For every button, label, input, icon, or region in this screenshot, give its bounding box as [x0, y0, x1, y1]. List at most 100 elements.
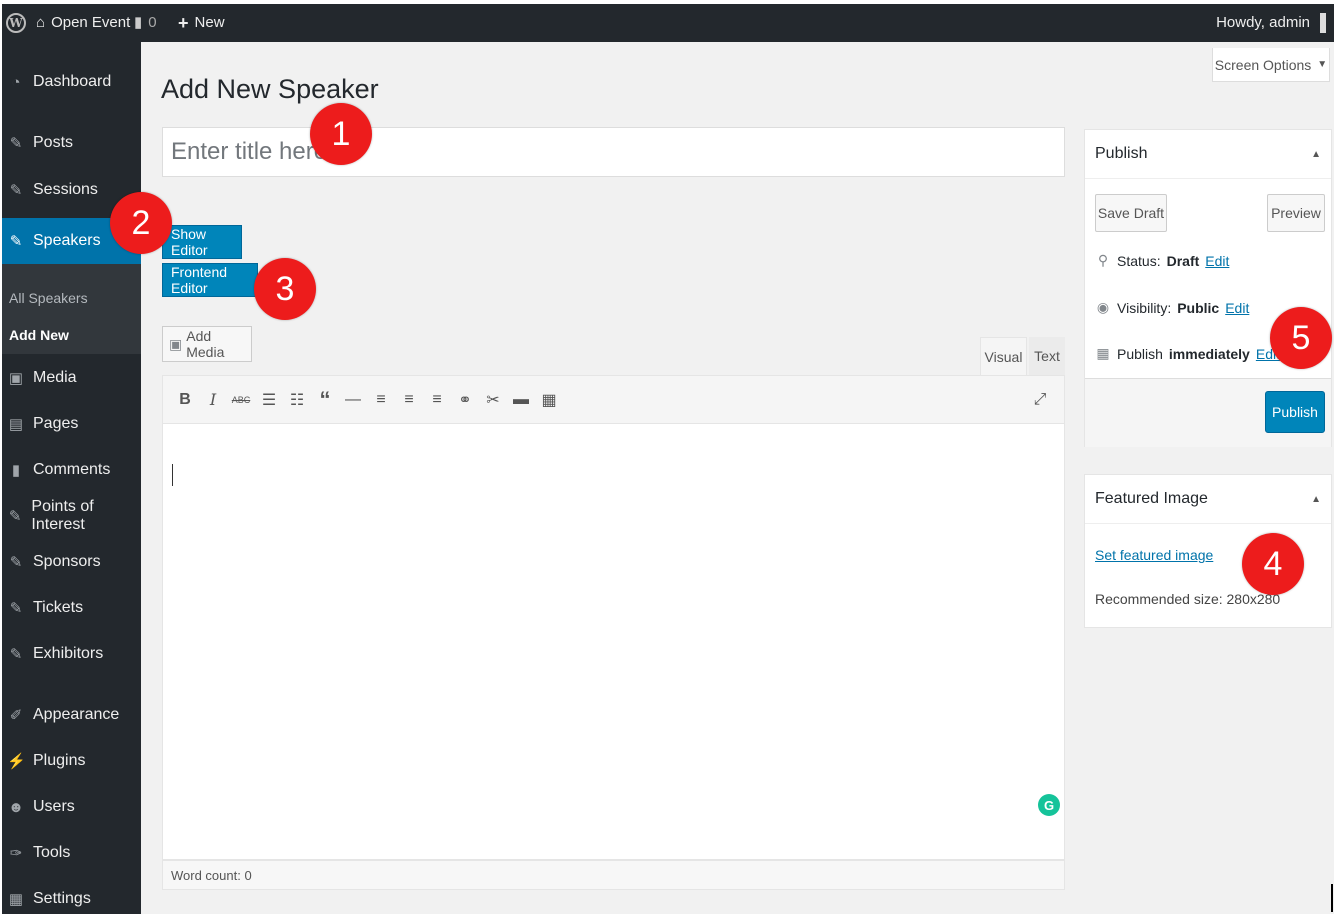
word-count-bar: Word count: 0	[162, 860, 1065, 890]
new-content-button[interactable]: + New	[178, 4, 225, 42]
link-icon[interactable]: ⚭	[451, 386, 479, 414]
sidebar-item-points-of-interest[interactable]: ✎ Points of Interest	[2, 498, 141, 534]
sidebar-item-comments[interactable]: ▮ Comments	[2, 452, 141, 488]
sidebar-item-label: Pages	[33, 415, 79, 432]
sidebar-item-exhibitors[interactable]: ✎ Exhibitors	[2, 636, 141, 672]
edit-visibility-link[interactable]: Edit	[1225, 300, 1249, 316]
eye-icon: ◉	[1096, 299, 1110, 315]
tab-visual[interactable]: Visual	[980, 337, 1027, 375]
pin-icon: ⚲	[1097, 252, 1109, 268]
submenu-all-speakers[interactable]: All Speakers	[9, 290, 88, 306]
plug-icon: ⚡	[7, 753, 26, 770]
pin-icon: ✎	[9, 646, 23, 663]
sidebar-item-label: Appearance	[33, 706, 120, 723]
align-center-icon[interactable]: ≡	[395, 386, 423, 414]
align-left-icon[interactable]: ≡	[367, 386, 395, 414]
editor-content-area[interactable]: G	[162, 424, 1065, 860]
sidebar-item-settings[interactable]: ▦ Settings	[2, 881, 141, 914]
sidebar-item-appearance[interactable]: ✐ Appearance	[2, 697, 141, 733]
read-more-icon[interactable]: ▬	[507, 386, 535, 414]
screen-options-label: Screen Options	[1214, 56, 1312, 73]
visibility-label: Visibility:	[1117, 299, 1172, 316]
pin-icon: ✎	[9, 135, 23, 152]
bulleted-list-icon[interactable]: ☰	[255, 386, 283, 414]
submenu-add-new[interactable]: Add New	[9, 327, 69, 343]
sidebar-item-sponsors[interactable]: ✎ Sponsors	[2, 544, 141, 580]
screen-options-button[interactable]: Screen Options ▼	[1212, 48, 1330, 82]
preview-button[interactable]: Preview	[1267, 194, 1325, 232]
comments-link[interactable]: ▮ 0	[134, 4, 157, 42]
blockquote-icon[interactable]: “	[311, 386, 339, 414]
comment-icon: ▮	[134, 14, 143, 31]
sidebar-item-label: Tickets	[33, 599, 84, 616]
edit-status-link[interactable]: Edit	[1205, 253, 1229, 269]
sidebar-item-users[interactable]: ☻ Users	[2, 789, 141, 825]
home-icon: ⌂	[36, 14, 46, 31]
media-icon: ▣	[8, 370, 24, 387]
frontend-editor-button[interactable]: Frontend Editor	[162, 263, 258, 297]
numbered-list-icon[interactable]: ☷	[283, 386, 311, 414]
howdy-label: Howdy, admin	[1216, 14, 1310, 31]
sidebar-item-label: Tools	[33, 844, 71, 861]
settings-icon: ▦	[8, 891, 24, 908]
callout-badge-4: 4	[1242, 533, 1304, 595]
pin-icon: ✎	[9, 600, 23, 617]
italic-icon[interactable]: I	[199, 386, 227, 414]
horizontal-line-icon[interactable]: —	[339, 386, 367, 414]
plus-icon: +	[178, 13, 189, 33]
site-name-label: Open Event	[51, 14, 131, 31]
sidebar-item-tickets[interactable]: ✎ Tickets	[2, 590, 141, 626]
page-title: Add New Speaker	[161, 74, 379, 104]
unlink-icon[interactable]: ✂	[479, 386, 507, 414]
user-icon: ☻	[8, 798, 24, 816]
sidebar-item-label: Exhibitors	[33, 645, 104, 662]
tab-text[interactable]: Text	[1029, 337, 1065, 375]
add-media-button[interactable]: ▣ Add Media	[162, 326, 252, 362]
sidebar-item-pages[interactable]: ▤ Pages	[2, 406, 141, 442]
brush-icon: ✐	[9, 707, 23, 724]
sidebar-item-label: Plugins	[33, 752, 86, 769]
sidebar-item-label: Comments	[33, 461, 111, 478]
set-featured-image-link[interactable]: Set featured image	[1095, 547, 1213, 563]
pin-icon: ✎	[9, 233, 23, 250]
toolbar-toggle-icon[interactable]: ▦	[535, 386, 563, 414]
fullscreen-icon[interactable]: ⤢	[1026, 386, 1054, 414]
align-right-icon[interactable]: ≡	[423, 386, 451, 414]
sidebar-item-plugins[interactable]: ⚡ Plugins	[2, 743, 141, 779]
publish-metabox: Publish ▲ Save Draft Preview ⚲ Status: D…	[1084, 129, 1332, 447]
sidebar-item-tools[interactable]: ✑ Tools	[2, 835, 141, 871]
publish-header[interactable]: Publish ▲	[1085, 130, 1331, 179]
sidebar-item-label: Dashboard	[33, 73, 112, 90]
grammarly-icon[interactable]: G	[1038, 794, 1060, 816]
publish-button[interactable]: Publish	[1265, 391, 1325, 433]
admin-bar: W ⌂ Open Event ▮ 0 + New Howdy, admin	[2, 4, 1334, 42]
media-icon: ▣	[169, 335, 183, 352]
avatar	[1320, 13, 1326, 33]
site-name-link[interactable]: ⌂ Open Event	[36, 4, 130, 42]
comment-icon: ▮	[11, 462, 21, 479]
collapse-icon[interactable]: ▲	[1311, 494, 1321, 505]
schedule-label: Publish	[1117, 345, 1163, 362]
sidebar-item-posts[interactable]: ✎ Posts	[2, 125, 141, 161]
sidebar-item-label: Posts	[33, 134, 74, 151]
featured-image-header[interactable]: Featured Image ▲	[1085, 475, 1331, 524]
wordpress-logo-button[interactable]: W	[6, 4, 26, 42]
account-menu[interactable]: Howdy, admin	[1216, 4, 1326, 42]
new-label: New	[194, 14, 225, 31]
pin-icon: ✎	[8, 508, 22, 525]
show-editor-button[interactable]: Show Editor	[162, 225, 242, 259]
sidebar-item-label: Media	[33, 369, 77, 386]
strikethrough-icon[interactable]: ABC	[227, 386, 255, 414]
save-draft-button[interactable]: Save Draft	[1095, 194, 1167, 232]
add-media-label: Add Media	[186, 328, 225, 360]
visibility-row: ◉ Visibility: Public Edit	[1095, 299, 1249, 316]
sidebar-item-dashboard[interactable]: ◔ Dashboard	[2, 64, 141, 100]
sidebar-item-media[interactable]: ▣ Media	[2, 360, 141, 396]
status-row: ⚲ Status: Draft Edit	[1095, 252, 1230, 269]
title-input[interactable]	[162, 127, 1065, 177]
pin-icon: ✎	[9, 182, 23, 199]
sidebar-item-label: Users	[33, 798, 75, 815]
collapse-icon[interactable]: ▲	[1311, 149, 1321, 160]
bold-icon[interactable]: B	[171, 386, 199, 414]
callout-badge-2: 2	[110, 192, 172, 254]
